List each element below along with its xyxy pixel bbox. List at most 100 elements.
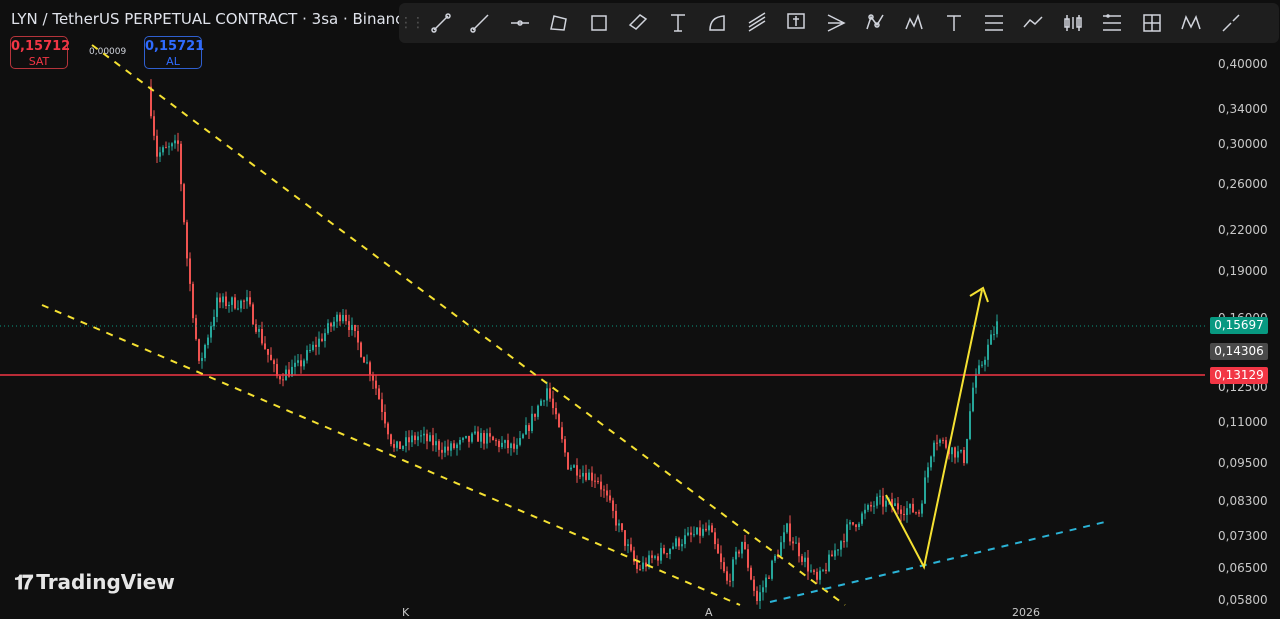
candle — [354, 324, 356, 331]
candle — [627, 544, 629, 546]
candle — [681, 544, 683, 547]
horizontal-ray-icon[interactable] — [500, 7, 540, 39]
candle — [762, 587, 764, 593]
candle — [150, 86, 152, 117]
price-axis-label: 0,08300 — [1218, 493, 1268, 508]
candle — [606, 490, 608, 496]
candle — [486, 433, 488, 444]
candle — [660, 548, 662, 561]
brush-icon[interactable] — [1211, 7, 1251, 39]
candle — [870, 505, 872, 507]
candle — [930, 456, 932, 468]
candle — [330, 323, 332, 327]
fib-retracement-icon[interactable] — [974, 7, 1014, 39]
measure-icon[interactable] — [1132, 7, 1172, 39]
candle — [516, 444, 518, 449]
candle — [426, 433, 428, 442]
candle — [996, 321, 998, 335]
candle — [831, 554, 833, 557]
price-note-icon[interactable] — [777, 7, 817, 39]
upper-wedge-line[interactable] — [91, 44, 846, 606]
candle — [453, 443, 455, 449]
candle — [942, 439, 944, 441]
candle — [336, 314, 338, 322]
candle — [747, 549, 749, 568]
candle — [441, 449, 443, 453]
candle — [915, 512, 917, 514]
price-chart[interactable] — [0, 0, 1280, 616]
candle — [723, 562, 725, 572]
candle — [207, 337, 209, 345]
sell-button[interactable]: 0,15712 SAT — [10, 36, 70, 69]
xabcd-pattern-icon[interactable] — [856, 7, 896, 39]
rectangle-icon[interactable] — [579, 7, 619, 39]
candle — [630, 544, 632, 551]
elliott-wave-icon[interactable] — [895, 7, 935, 39]
candle — [714, 532, 716, 545]
pitchfork-icon[interactable] — [816, 7, 856, 39]
candle — [936, 442, 938, 444]
candle — [363, 357, 365, 363]
candle — [255, 324, 257, 332]
gann-box-icon[interactable] — [1093, 7, 1133, 39]
candle — [990, 334, 992, 345]
candle — [468, 435, 470, 442]
trend-line-icon[interactable] — [421, 7, 461, 39]
support-trend-line[interactable] — [769, 521, 1106, 603]
path-icon[interactable] — [1014, 7, 1054, 39]
polygon-icon[interactable] — [540, 7, 580, 39]
candle — [303, 360, 305, 367]
text-icon[interactable] — [935, 7, 975, 39]
drag-handle-icon[interactable]: ⋮⋮ — [399, 15, 425, 31]
candle — [333, 321, 335, 327]
candle — [267, 348, 269, 355]
candle — [570, 467, 572, 470]
candle — [282, 379, 284, 381]
fib-channel-icon[interactable] — [737, 7, 777, 39]
candle — [450, 443, 452, 451]
candle — [324, 333, 326, 342]
candle — [216, 297, 218, 317]
candle — [921, 503, 923, 514]
candle — [750, 567, 752, 580]
candle — [699, 527, 701, 536]
candle — [798, 542, 800, 557]
candle — [519, 438, 521, 445]
drawing-toolbar: ⋮⋮ — [399, 3, 1279, 43]
candle — [600, 481, 602, 490]
buy-button[interactable]: 0,15721 AL — [144, 36, 204, 69]
line-price-tag: 0,13129 — [1210, 367, 1268, 384]
candle — [924, 477, 926, 504]
projection-arrow[interactable] — [885, 286, 989, 570]
parallel-channel-icon[interactable] — [619, 7, 659, 39]
candle — [717, 544, 719, 554]
candle — [840, 541, 842, 550]
candle — [615, 510, 617, 526]
candle — [705, 528, 707, 531]
candle — [315, 344, 317, 347]
candle — [672, 546, 674, 549]
candle — [789, 523, 791, 542]
candle — [198, 339, 200, 361]
candle — [159, 152, 161, 157]
candle — [480, 433, 482, 442]
candle — [642, 562, 644, 570]
candle — [981, 364, 983, 366]
text-anchor-icon[interactable] — [658, 7, 698, 39]
candle — [588, 472, 590, 480]
candle — [756, 590, 758, 601]
tradingview-logo[interactable]: 𝟏𝟕 TradingView — [14, 570, 175, 594]
candles-icon[interactable] — [1053, 7, 1093, 39]
arc-icon[interactable] — [698, 7, 738, 39]
candle — [183, 184, 185, 223]
lower-wedge-line[interactable] — [41, 304, 741, 606]
candle — [768, 577, 770, 579]
candles-layer — [150, 79, 998, 609]
candle — [771, 560, 773, 579]
ray-icon[interactable] — [461, 7, 501, 39]
candle — [984, 359, 986, 365]
head-shoulders-icon[interactable] — [1172, 7, 1212, 39]
candle — [399, 441, 401, 450]
candle — [858, 523, 860, 528]
candle — [960, 450, 962, 452]
